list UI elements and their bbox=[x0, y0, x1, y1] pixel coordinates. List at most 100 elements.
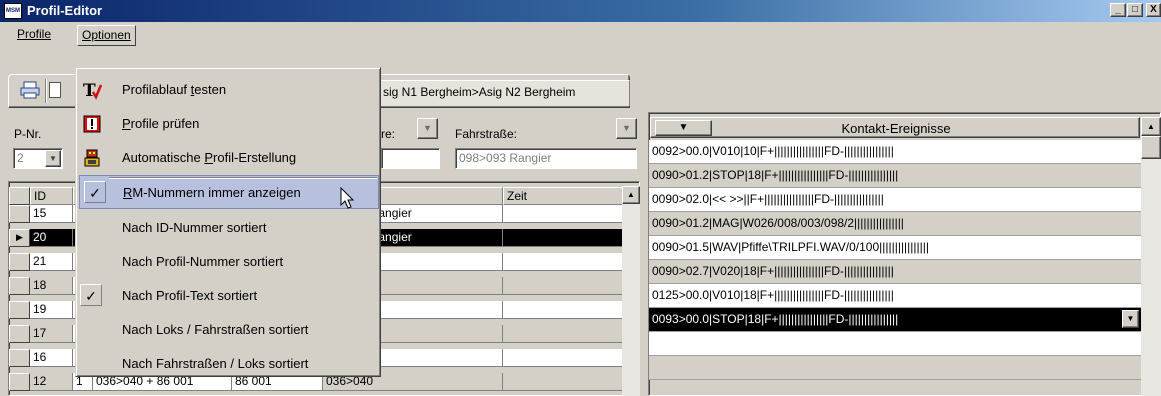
menu-item-label: Nach Profil-Text sortiert bbox=[122, 288, 258, 303]
grid-cell-id[interactable]: 19 bbox=[30, 301, 73, 319]
street-input[interactable]: 098>093 Rangier bbox=[455, 148, 637, 169]
warning-icon bbox=[82, 114, 102, 134]
options-menu: T Profilablauf testen Profile prüfen Automa… bbox=[75, 67, 381, 377]
menu-item-label: Nach ID-Nummer sortiert bbox=[122, 220, 267, 235]
grid-cell-id[interactable]: 20 bbox=[30, 229, 73, 247]
menu-item-profile-prüfen[interactable]: Profile prüfen bbox=[76, 107, 380, 141]
grid-cell-id[interactable]: 17 bbox=[30, 325, 73, 343]
row-header[interactable] bbox=[9, 205, 30, 223]
grid-cell-time[interactable] bbox=[503, 325, 623, 343]
row-header[interactable] bbox=[9, 349, 30, 367]
grid-cell-time[interactable] bbox=[503, 205, 623, 223]
window-title: Profil-Editor bbox=[27, 3, 103, 18]
close-button[interactable]: X bbox=[1146, 3, 1161, 17]
tab-profile[interactable]: sig N1 Bergheim>Asig N2 Bergheim bbox=[380, 80, 630, 106]
contact-event-text: 0090>01.5|WAV|Pfiffe\TRILPFI.WAV/0/100||… bbox=[652, 240, 929, 254]
grid-cell-id[interactable]: 18 bbox=[30, 277, 73, 295]
grid-cell-id[interactable]: 16 bbox=[30, 349, 73, 367]
app-icon: MSM bbox=[4, 3, 22, 19]
maximize-button[interactable]: □ bbox=[1127, 3, 1143, 17]
menu-item-nach-profil-nummer-sortiert[interactable]: Nach Profil-Nummer sortiert bbox=[76, 245, 380, 279]
pnr-label: P-Nr. bbox=[14, 127, 42, 141]
menu-item-nach-id-nummer-sortiert[interactable]: Nach ID-Nummer sortiert bbox=[76, 211, 380, 245]
menu-profile[interactable]: Profile bbox=[17, 25, 51, 45]
check-icon bbox=[80, 250, 102, 272]
scroll-thumb[interactable] bbox=[1141, 136, 1161, 159]
contact-event-row[interactable]: 0092>00.0|V010|10|F+||||||||||||||||FD-|… bbox=[649, 140, 1141, 164]
loco-label: re: bbox=[381, 127, 396, 141]
contact-event-row[interactable]: 0090>01.5|WAV|Pfiffe\TRILPFI.WAV/0/100||… bbox=[649, 236, 1141, 260]
row-header[interactable] bbox=[9, 373, 30, 391]
contact-event-row[interactable]: 0090>02.0|<< >>||F+||||||||||||||||FD-||… bbox=[649, 188, 1141, 212]
check-icon: ✓ bbox=[84, 181, 106, 203]
check-icon bbox=[80, 318, 102, 340]
close-icon: X bbox=[1150, 4, 1157, 15]
scroll-up-icon[interactable]: ▲ bbox=[622, 186, 640, 204]
svg-text:T: T bbox=[83, 81, 96, 100]
menu-options[interactable]: Optionen bbox=[77, 25, 136, 46]
row-header[interactable] bbox=[9, 301, 30, 319]
print-icon[interactable] bbox=[20, 80, 40, 100]
contact-event-row[interactable]: 0125>00.0|V010|18|F+||||||||||||||||FD-|… bbox=[649, 284, 1141, 308]
menu-item-automatische-profil-erstellung[interactable]: Automatische Profil-Erstellung bbox=[76, 141, 380, 175]
contact-events-title: Kontakt-Ereignisse bbox=[841, 121, 951, 136]
contact-event-row[interactable]: 0090>02.7|V020|18|F+||||||||||||||||FD-|… bbox=[649, 260, 1141, 284]
contact-events-header: Kontakt-Ereignisse ▼ bbox=[650, 117, 1140, 138]
loco-filter-button[interactable]: ▼ bbox=[417, 118, 438, 139]
grid-cell-time[interactable] bbox=[503, 277, 623, 295]
scroll-up-icon[interactable]: ▲ bbox=[1141, 117, 1161, 136]
grid-cell-id[interactable]: 21 bbox=[30, 253, 73, 271]
contact-event-row[interactable]: 0090>01.2|MAG|W026/008/003/098/2||||||||… bbox=[649, 212, 1141, 236]
row-header[interactable] bbox=[9, 325, 30, 343]
contact-event-text: 0090>01.2|MAG|W026/008/003/098/2||||||||… bbox=[652, 216, 904, 230]
chevron-down-icon: ▼ bbox=[423, 123, 432, 133]
menu-profile-label: Profile bbox=[17, 27, 52, 41]
menu-item-label: Automatische Profil-Erstellung bbox=[122, 150, 297, 165]
street-filter-button[interactable]: ▼ bbox=[616, 118, 637, 139]
minimize-button[interactable]: _ bbox=[1110, 3, 1126, 17]
contact-event-text: 0092>00.0|V010|10|F+||||||||||||||||FD-|… bbox=[652, 144, 894, 158]
menu-item-label: Nach Fahrstraßen / Loks sortiert bbox=[122, 356, 309, 371]
menu-separator bbox=[109, 177, 377, 179]
row-header[interactable] bbox=[9, 253, 30, 271]
check-icon bbox=[80, 216, 102, 238]
contact-event-row[interactable]: 0090>01.2|STOP|18|F+||||||||||||||||FD-|… bbox=[649, 164, 1141, 188]
menu-item-nach-loks-fahrstraßen-sortiert[interactable]: Nach Loks / Fahrstraßen sortiert bbox=[76, 313, 380, 347]
chevron-down-icon[interactable]: ▼ bbox=[45, 150, 61, 167]
title-bar: MSM Profil-Editor _ □ X bbox=[0, 0, 1161, 22]
column-header-id[interactable]: ID bbox=[30, 187, 73, 205]
right-scrollbar[interactable]: ▲ bbox=[1141, 117, 1161, 396]
row-header[interactable]: ▶ bbox=[9, 229, 30, 247]
chevron-down-icon[interactable]: ▼ bbox=[1122, 310, 1139, 328]
contact-event-row[interactable] bbox=[649, 332, 1141, 356]
chevron-down-icon: ▼ bbox=[622, 123, 631, 133]
menu-bar bbox=[0, 22, 1161, 68]
grid-cell-time[interactable] bbox=[503, 349, 623, 367]
loco-input[interactable] bbox=[381, 148, 440, 169]
pnr-select[interactable]: 2 ▼ bbox=[13, 148, 63, 169]
pnr-value: 2 bbox=[17, 151, 24, 165]
check-icon bbox=[80, 352, 102, 374]
menu-item-rm-nummern-immer-anzeigen[interactable]: ✓ RM-Nummern immer anzeigen bbox=[79, 175, 379, 209]
menu-item-profilablauf-testen[interactable]: T Profilablauf testen bbox=[76, 73, 380, 107]
contact-event-row[interactable]: 0093>00.0|STOP|18|F+||||||||||||||||FD-|… bbox=[649, 308, 1141, 332]
left-scrollbar[interactable]: ▲ bbox=[622, 186, 640, 396]
grid-cell-time[interactable] bbox=[503, 229, 623, 247]
menu-item-nach-profil-text-sortiert[interactable]: ✓ Nach Profil-Text sortiert bbox=[76, 279, 380, 313]
grid-cell-time[interactable] bbox=[503, 253, 623, 271]
menu-item-nach-fahrstraßen-loks-sortiert[interactable]: Nach Fahrstraßen / Loks sortiert bbox=[76, 347, 380, 381]
grid-cell-id[interactable]: 15 bbox=[30, 205, 73, 223]
menu-item-label: Profilablauf testen bbox=[122, 82, 227, 97]
grid-cell-id[interactable]: 12 bbox=[30, 373, 73, 391]
column-header-time[interactable]: Zeit bbox=[503, 187, 623, 205]
contact-event-row[interactable] bbox=[649, 356, 1141, 380]
menu-item-label: Nach Loks / Fahrstraßen sortiert bbox=[122, 322, 309, 337]
menu-item-label: Nach Profil-Nummer sortiert bbox=[122, 254, 284, 269]
grid-cell-time[interactable] bbox=[503, 301, 623, 319]
robot-icon bbox=[82, 148, 102, 168]
document-icon[interactable] bbox=[49, 82, 61, 98]
grid-cell-time[interactable] bbox=[503, 373, 623, 391]
row-header[interactable] bbox=[9, 277, 30, 295]
contact-events-dropdown[interactable]: ▼ bbox=[655, 120, 712, 136]
chevron-down-icon: ▼ bbox=[678, 122, 689, 133]
